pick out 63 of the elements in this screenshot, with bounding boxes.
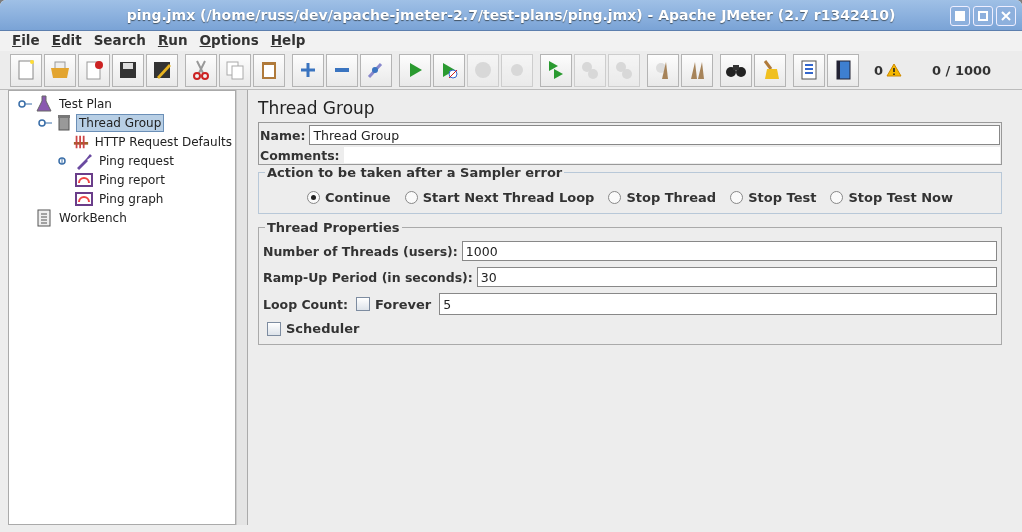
rampup-field[interactable]: 30 — [476, 267, 997, 287]
field-label: Loop Count: — [263, 296, 348, 312]
maximize-icon — [978, 11, 988, 21]
toolbar-button[interactable] — [720, 53, 752, 87]
toolbar-button[interactable] — [146, 53, 178, 87]
pipette-icon — [75, 151, 93, 170]
scissors-icon — [190, 59, 212, 81]
copy-icon — [224, 59, 246, 81]
page-with-cross-icon — [83, 59, 105, 81]
tree-node[interactable]: HTTP Request Defaults — [91, 132, 235, 151]
gauge-chart-icon — [75, 189, 93, 208]
expanded-handle-icon[interactable] — [18, 98, 32, 109]
error-count: 0 — [874, 62, 884, 78]
menu-item[interactable]: Run — [151, 31, 194, 51]
comments-field[interactable] — [343, 147, 1000, 163]
radio-option[interactable]: Stop Test Now — [830, 190, 954, 205]
field-label: Name: — [260, 127, 306, 143]
loop-count-field[interactable]: 5 — [439, 293, 997, 315]
floppy-pencil-icon — [151, 59, 173, 81]
name-field[interactable]: Thread Group — [309, 125, 1000, 145]
menu-item[interactable]: Help — [264, 31, 312, 51]
tree-node[interactable]: Ping request — [96, 151, 177, 170]
field-label: Number of Threads (users): — [263, 243, 458, 259]
close-icon — [1001, 11, 1011, 21]
radio-option[interactable]: Stop Thread — [608, 190, 717, 205]
tree-node[interactable]: Test Plan — [56, 94, 115, 113]
menu-item[interactable]: Search — [87, 31, 152, 51]
warning-icon — [886, 63, 903, 77]
menu-item[interactable]: Options — [193, 31, 265, 51]
threads-field[interactable]: 1000 — [461, 241, 997, 261]
tree-node[interactable]: Ping report — [96, 170, 168, 189]
radio-option[interactable]: Continue — [306, 190, 391, 205]
tree-node[interactable]: WorkBench — [56, 208, 130, 227]
maximize-button[interactable] — [973, 6, 993, 26]
scheduler-checkbox[interactable]: Scheduler — [267, 321, 360, 336]
thread-count: 0 / 1000 — [932, 62, 992, 78]
window-title: ping.jmx (/home/russ/dev/apache-jmeter-2.7/test-plans/ping.jmx) - Apache JMeter (2.7 r1342410) — [126, 7, 896, 23]
folder-icon — [49, 59, 71, 81]
minus-icon — [335, 68, 349, 72]
menu-item[interactable]: File — [6, 31, 46, 51]
group-title: Thread Properties — [266, 220, 401, 235]
forever-checkbox[interactable]: Forever — [356, 296, 432, 312]
tree-node[interactable]: Thread Group — [76, 113, 165, 132]
flask-icon — [35, 94, 53, 113]
expanded-handle-icon[interactable] — [38, 117, 52, 128]
minimize-button[interactable] — [950, 6, 970, 26]
toolbar-button[interactable] — [827, 53, 859, 87]
list-icon — [798, 59, 820, 81]
toolbar-button[interactable] — [112, 53, 144, 87]
tree-node[interactable]: Ping graph — [96, 189, 167, 208]
group-title: Action to be taken after a Sampler error — [266, 165, 564, 180]
field-label: Ramp-Up Period (in seconds): — [263, 269, 473, 285]
blank-page-icon — [15, 59, 37, 81]
radio-option[interactable]: Start Next Thread Loop — [404, 190, 595, 205]
gauge-chart-icon — [75, 170, 93, 189]
notepad-icon — [35, 208, 53, 227]
panel-title: Thread Group — [258, 98, 376, 118]
field-label: Comments: — [260, 147, 340, 163]
stop-icon — [472, 59, 494, 81]
menu-item[interactable]: Edit — [45, 31, 88, 51]
radio-option[interactable]: Stop Test — [730, 190, 817, 205]
splitter[interactable] — [236, 90, 248, 525]
close-button[interactable] — [996, 6, 1016, 26]
